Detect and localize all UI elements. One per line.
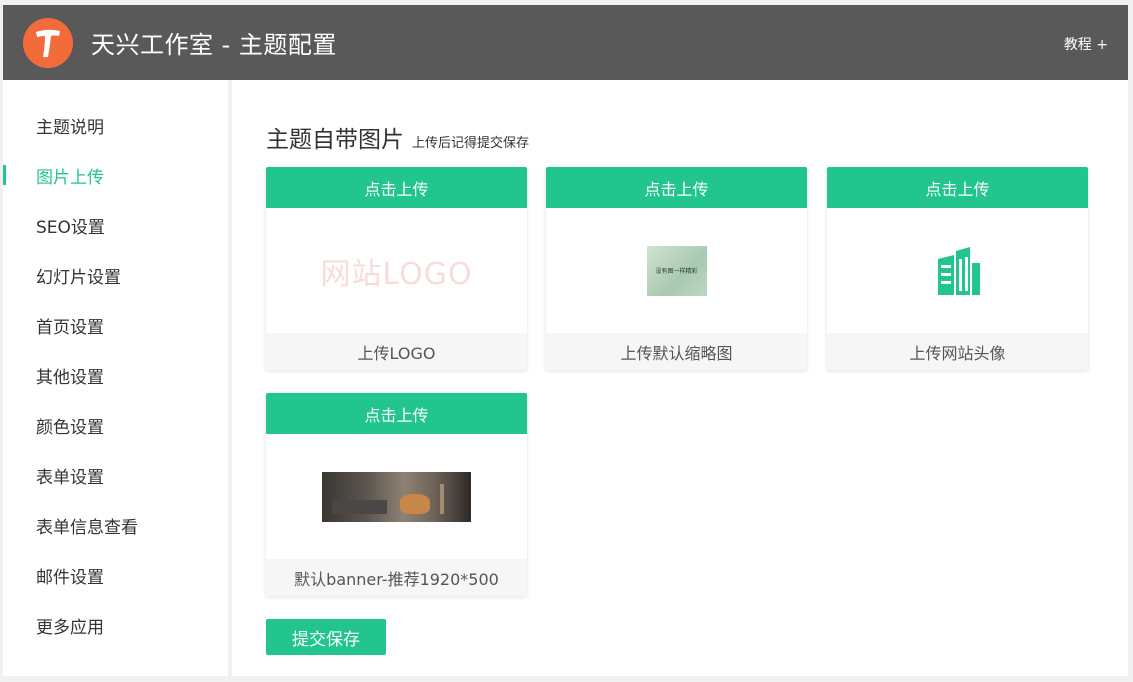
upload-avatar-button[interactable]: 点击上传 bbox=[827, 167, 1088, 208]
sidebar-item-email[interactable]: 邮件设置 bbox=[3, 550, 228, 600]
submit-save-button[interactable]: 提交保存 bbox=[266, 619, 386, 655]
logo-caption: 上传LOGO bbox=[266, 333, 527, 370]
banner-image bbox=[322, 471, 471, 522]
sidebar: 主题说明 图片上传 SEO设置 幻灯片设置 首页设置 其他设置 颜色设置 表单设… bbox=[3, 80, 228, 676]
logo-upload-card: 点击上传 网站LOGO 上传LOGO bbox=[266, 167, 527, 370]
logo-preview: 网站LOGO bbox=[266, 208, 527, 333]
upload-logo-button[interactable]: 点击上传 bbox=[266, 167, 527, 208]
sidebar-item-other[interactable]: 其他设置 bbox=[3, 350, 228, 400]
sidebar-item-theme-info[interactable]: 主题说明 bbox=[3, 100, 228, 150]
sidebar-item-form-info[interactable]: 表单信息查看 bbox=[3, 500, 228, 550]
upload-banner-button[interactable]: 点击上传 bbox=[266, 393, 527, 434]
banner-caption: 默认banner-推荐1920*500 bbox=[266, 559, 527, 596]
sidebar-item-seo[interactable]: SEO设置 bbox=[3, 200, 228, 250]
thumbnail-preview: 没有图一样精彩 bbox=[546, 208, 807, 333]
sidebar-item-more-apps[interactable]: 更多应用 bbox=[3, 600, 228, 650]
avatar-caption: 上传网站头像 bbox=[827, 333, 1088, 370]
banner-preview bbox=[266, 434, 527, 559]
avatar-upload-card: 点击上传 上传网站头像 bbox=[827, 167, 1088, 370]
section-title: 主题自带图片 上传后记得提交保存 bbox=[266, 120, 529, 154]
logo-placeholder-image: 网站LOGO bbox=[320, 256, 473, 292]
avatar-preview bbox=[827, 208, 1088, 333]
sidebar-item-image-upload[interactable]: 图片上传 bbox=[3, 150, 228, 200]
sidebar-item-color[interactable]: 颜色设置 bbox=[3, 400, 228, 450]
thumbnail-upload-card: 点击上传 没有图一样精彩 上传默认缩略图 bbox=[546, 167, 807, 370]
banner-upload-card: 点击上传 默认banner-推荐1920*500 bbox=[266, 393, 527, 596]
main-panel: 主题自带图片 上传后记得提交保存 点击上传 网站LOGO 上传LOGO 点击上传… bbox=[232, 80, 1128, 676]
brand-logo-icon[interactable] bbox=[23, 17, 73, 68]
tutorial-link[interactable]: 教程 + bbox=[1064, 34, 1108, 54]
thumbnail-placeholder-text: 没有图一样精彩 bbox=[655, 268, 698, 275]
thumbnail-caption: 上传默认缩略图 bbox=[546, 333, 807, 370]
sidebar-item-slideshow[interactable]: 幻灯片设置 bbox=[3, 250, 228, 300]
app-header: 天兴工作室 - 主题配置 教程 + bbox=[3, 5, 1128, 80]
upload-thumbnail-button[interactable]: 点击上传 bbox=[546, 167, 807, 208]
page-subtitle: 上传后记得提交保存 bbox=[412, 136, 530, 151]
sidebar-item-homepage[interactable]: 首页设置 bbox=[3, 300, 228, 350]
default-thumbnail-image: 没有图一样精彩 bbox=[646, 245, 707, 296]
app-title: 天兴工作室 - 主题配置 bbox=[91, 31, 337, 59]
sidebar-item-form[interactable]: 表单设置 bbox=[3, 450, 228, 500]
building-icon bbox=[937, 246, 980, 295]
page-title: 主题自带图片 bbox=[266, 127, 404, 153]
